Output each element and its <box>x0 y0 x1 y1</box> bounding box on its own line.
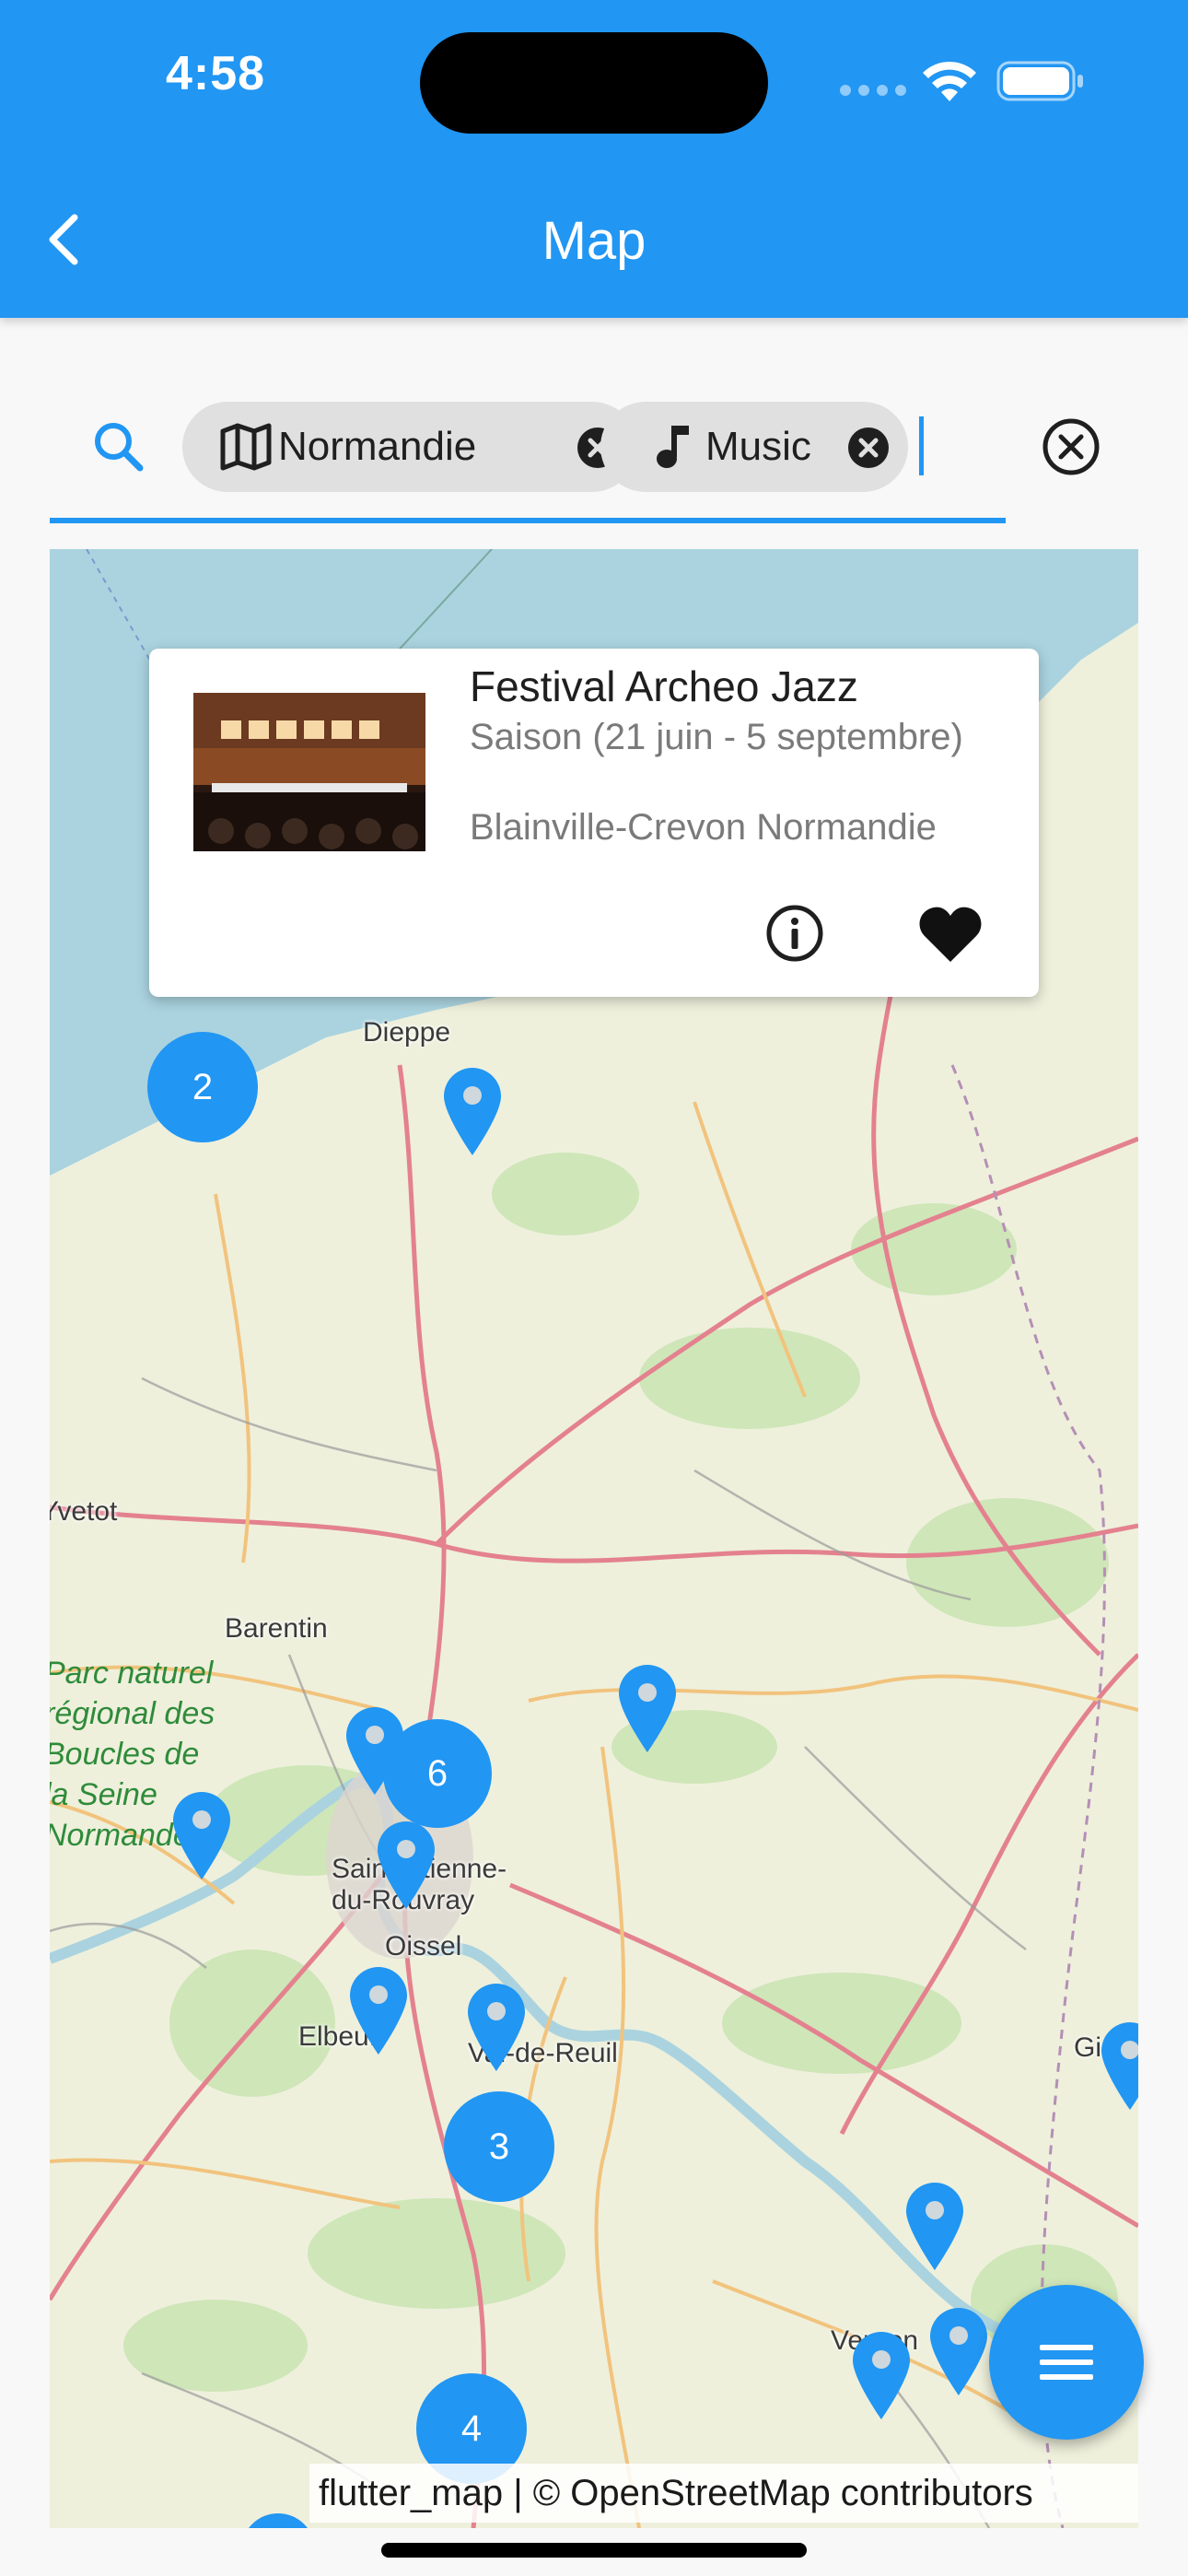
marker-cluster[interactable]: 3 <box>444 2091 554 2202</box>
marker-cluster[interactable]: 2 <box>147 1032 258 1142</box>
place-label: Barentin <box>225 1613 328 1644</box>
event-marker-icon[interactable] <box>903 2180 967 2272</box>
cellular-signal-icon <box>840 85 906 96</box>
event-marker-icon[interactable] <box>615 1662 680 1754</box>
event-location: Blainville-Crevon Normandie <box>470 807 937 848</box>
home-indicator[interactable] <box>381 2543 807 2558</box>
chip-remove-icon[interactable] <box>847 427 890 469</box>
filter-chip-category[interactable]: Music <box>600 402 908 492</box>
marker-cluster[interactable]: 6 <box>383 1719 492 1828</box>
event-marker-icon[interactable] <box>346 1964 411 2056</box>
event-marker-icon[interactable] <box>374 1819 438 1911</box>
place-label: Yvetot <box>50 1496 118 1527</box>
info-icon[interactable] <box>763 901 827 966</box>
map-attribution[interactable]: flutter_map | © OpenStreetMap contributo… <box>309 2464 1138 2523</box>
wifi-icon <box>923 61 976 101</box>
event-marker-icon[interactable] <box>464 1981 529 2073</box>
search-icon <box>95 423 144 472</box>
event-thumbnail <box>193 693 425 851</box>
event-popup-card[interactable]: Festival Archeo Jazz Saison (21 juin - 5… <box>149 649 1039 997</box>
clear-search-icon[interactable] <box>1041 416 1101 477</box>
filter-chip-region[interactable]: Normandie <box>182 402 637 492</box>
chip-label: Music <box>705 424 811 469</box>
event-marker-icon[interactable] <box>849 2329 914 2421</box>
event-marker-icon[interactable] <box>440 1065 505 1157</box>
status-time: 4:58 <box>166 47 266 100</box>
event-dates: Saison (21 juin - 5 septembre) <box>470 717 963 757</box>
place-label: Oissel <box>385 1931 462 1961</box>
dynamic-island <box>420 32 768 134</box>
event-marker-icon[interactable] <box>1098 2020 1138 2112</box>
app-bar: 4:58 Map <box>0 0 1188 318</box>
text-cursor <box>919 416 924 475</box>
favorite-heart-icon[interactable] <box>917 903 984 964</box>
menu-icon <box>1040 2345 1093 2380</box>
map-icon <box>220 423 272 471</box>
screen: 4:58 Map Normandie Music Dieppe vetot Ba… <box>0 0 1188 2576</box>
page-title: Map <box>542 211 646 271</box>
search-bar[interactable]: Normandie Music <box>50 387 1006 523</box>
event-marker-icon[interactable] <box>169 1789 234 1881</box>
battery-icon <box>996 61 1083 101</box>
music-note-icon <box>657 426 689 468</box>
menu-fab-button[interactable] <box>989 2285 1144 2440</box>
place-label: Dieppe <box>363 1017 451 1048</box>
event-title: Festival Archeo Jazz <box>470 662 858 710</box>
event-marker-icon[interactable] <box>926 2305 991 2397</box>
chip-label: Normandie <box>278 424 477 469</box>
